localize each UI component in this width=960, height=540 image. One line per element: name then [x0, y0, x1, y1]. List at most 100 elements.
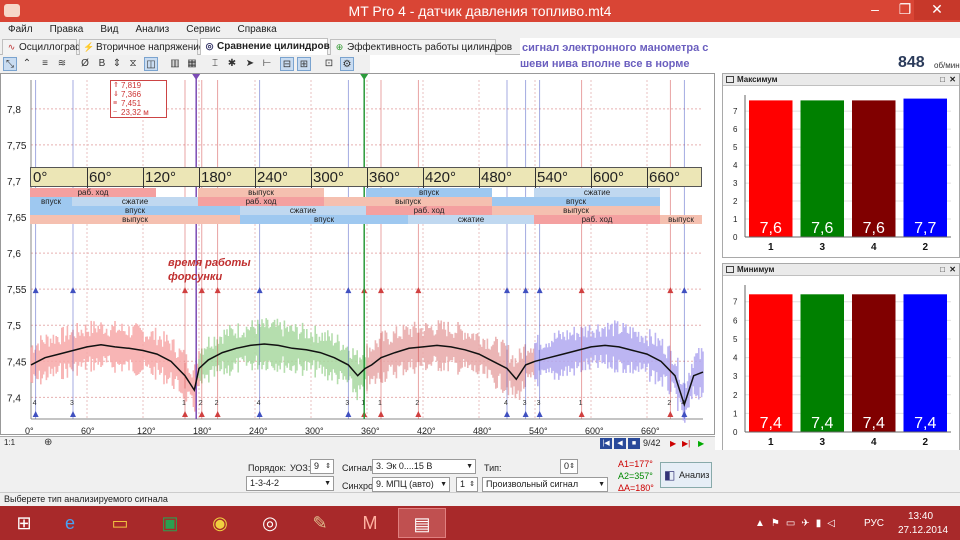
tab-cylinder-efficiency[interactable]: ⊕ Эффективность работы цилиндров — [330, 39, 512, 55]
last-page-icon[interactable]: ▶| — [682, 438, 692, 449]
menu-service[interactable]: Сервис — [186, 22, 220, 38]
menu-help[interactable]: Справка — [237, 22, 276, 38]
bold-icon[interactable]: B — [95, 57, 109, 71]
steering-icon[interactable]: ◎ — [246, 508, 294, 538]
next-page-icon[interactable]: ▶ — [670, 438, 680, 449]
cylinder-marker-arrow — [32, 411, 39, 417]
paint-icon[interactable]: ✎ — [296, 508, 344, 538]
cursor-a2-handle[interactable] — [360, 74, 369, 80]
cylinder-marker-arrow — [198, 287, 205, 294]
signal-select[interactable]: 3. Эк 0....15 В ▼ — [372, 459, 476, 474]
menu-analysis[interactable]: Анализ — [135, 22, 169, 38]
panel-close-icon[interactable]: ✕ — [949, 74, 956, 86]
tooltip-max: ⇑ 7,819 — [113, 81, 142, 90]
internet-explorer-icon[interactable]: e — [46, 508, 94, 538]
record-icon[interactable]: ⊕ — [44, 437, 52, 448]
language-indicator[interactable]: РУС — [864, 518, 884, 529]
uoz-stepper[interactable]: 9 ⇕ — [310, 459, 334, 474]
invert-icon[interactable]: Ø — [78, 57, 92, 71]
cursor-icon[interactable]: ⌶ — [208, 57, 222, 71]
signal-noise-band — [534, 320, 704, 423]
bar-category-label: 2 — [922, 242, 928, 253]
type-number-stepper[interactable]: 0 ⇕ — [560, 459, 578, 474]
panel-restore-icon[interactable]: □ — [940, 74, 945, 86]
chevron-down-icon: ▼ — [466, 463, 473, 470]
type-select[interactable]: Произвольный сигнал ▼ — [482, 477, 608, 492]
clock-time[interactable]: 13:40 — [908, 511, 933, 522]
chart-icon[interactable]: ◫ — [144, 57, 158, 71]
motor-tester-icon[interactable]: M — [346, 508, 394, 538]
waveform-chart[interactable]: 7,8 7,75 7,7 7,65 7,6 7,55 7,5 7,45 7,4 0° 60° 120°… — [0, 73, 715, 436]
layout-b-icon[interactable]: ⊞ — [297, 57, 311, 71]
order-select[interactable]: 1-3-4-2 ▼ — [246, 476, 334, 491]
panel-close-icon[interactable]: ✕ — [949, 264, 956, 276]
clock-date[interactable]: 27.12.2014 — [898, 525, 948, 536]
baseline-icon[interactable]: ≡ — [38, 57, 52, 71]
phase-segment: впуск — [240, 215, 408, 224]
first-page-icon[interactable]: |◀ — [600, 438, 612, 449]
tab-oscilloscope[interactable]: ∿ Осциллограф — [2, 39, 83, 55]
cylinder-marker-arrow — [345, 287, 352, 294]
menu-bar: Файл Правка Вид Анализ Сервис Справка — [0, 22, 960, 38]
signal-label: Сигнал: — [342, 463, 375, 473]
tab-secondary-voltage[interactable]: ⚡ Вторичное напряжение — [79, 39, 204, 55]
stop-icon[interactable]: ■ — [628, 438, 640, 449]
split-icon[interactable]: ⊢ — [260, 57, 274, 71]
peak-icon[interactable]: ⌃ — [20, 57, 34, 71]
y-tick-label: 7,75 — [7, 141, 27, 152]
layout-a-icon[interactable]: ⊟ — [280, 57, 294, 71]
prev-page-icon[interactable]: ◀ — [614, 438, 626, 449]
phase-table: 0° 60° 120° 180° 240° 300° 360° 420° 480° 540° 600… — [30, 167, 702, 224]
tab-cylinder-compare[interactable]: ◎ Сравнение цилиндров — [200, 38, 330, 56]
degree-tick — [423, 168, 424, 188]
menu-file[interactable]: Файл — [8, 22, 33, 38]
min-panel-header: Минимум □ ✕ — [723, 264, 959, 276]
close-button[interactable]: ✕ — [914, 0, 960, 20]
file-explorer-icon[interactable]: ▭ — [96, 508, 144, 538]
cylinder-bar — [749, 100, 793, 238]
bar-value-label: 7,4 — [811, 415, 833, 432]
panel-restore-icon[interactable]: □ — [940, 264, 945, 276]
phase-segment: раб. ход — [30, 188, 156, 197]
chevron-down-icon: ▼ — [324, 480, 331, 487]
cylinder-marker-arrow — [667, 287, 674, 294]
signal-noise-band — [198, 318, 368, 401]
menu-edit[interactable]: Правка — [50, 22, 84, 38]
cylinder-marker-arrow — [522, 411, 529, 417]
y-tick-label: 7,55 — [7, 285, 27, 296]
cylinder-bar — [749, 294, 793, 432]
filter-icon[interactable]: ⧖ — [126, 57, 140, 71]
phase-segment: сжатие — [240, 206, 366, 215]
bars-icon[interactable]: ▥ — [168, 57, 182, 71]
settings-icon[interactable]: ⚙ — [340, 57, 354, 71]
max-bar-chart: 0 1 2 3 4 5 6 7 7,6 1 7,6 3 7,6 4 7,7 2 — [733, 95, 951, 253]
chrome-icon[interactable]: ◉ — [196, 508, 244, 538]
bar-y-tick: 6 — [733, 125, 738, 134]
cylinder-marker-label: 3 — [70, 400, 74, 407]
snap-icon[interactable]: ⊡ — [322, 57, 336, 71]
tray-icons[interactable]: ▲⚑▭✈▮◁ — [755, 518, 841, 529]
compare-icon: ◎ — [205, 41, 214, 51]
analyze-button[interactable]: ◧ Анализ — [660, 462, 712, 488]
multi-wave-icon[interactable]: ≋ — [55, 57, 69, 71]
mt-pro-task-icon[interactable]: ▤ — [398, 508, 446, 538]
y-tick-label: 7,45 — [7, 357, 27, 368]
start-icon[interactable]: ⊞ — [0, 508, 48, 538]
store-icon[interactable]: ▣ — [146, 508, 194, 538]
sync-number-stepper[interactable]: 1 ⇕ — [456, 477, 478, 492]
arrow-right-icon[interactable]: ➤ — [243, 57, 257, 71]
cylinder-bar — [800, 294, 844, 432]
menu-view[interactable]: Вид — [100, 22, 118, 38]
bar-value-label: 7,6 — [863, 220, 885, 237]
marker-icon[interactable]: ✱ — [225, 57, 239, 71]
vertical-icon[interactable]: ⇕ — [110, 57, 124, 71]
cursor-a1-handle[interactable] — [192, 74, 201, 80]
uoz-label: УОЗ: — [290, 463, 311, 473]
sync-select[interactable]: 9. МПЦ (авто) ▼ — [372, 477, 450, 492]
minimize-button[interactable]: – — [860, 0, 890, 20]
zoom-fit-icon[interactable]: ⤡ — [3, 57, 17, 71]
grid-icon[interactable]: ▦ — [185, 57, 199, 71]
play-icon[interactable]: ▶ — [698, 438, 708, 449]
scale-ratio[interactable]: 1:1 — [4, 438, 15, 447]
cylinder-marker-arrow — [198, 411, 205, 417]
